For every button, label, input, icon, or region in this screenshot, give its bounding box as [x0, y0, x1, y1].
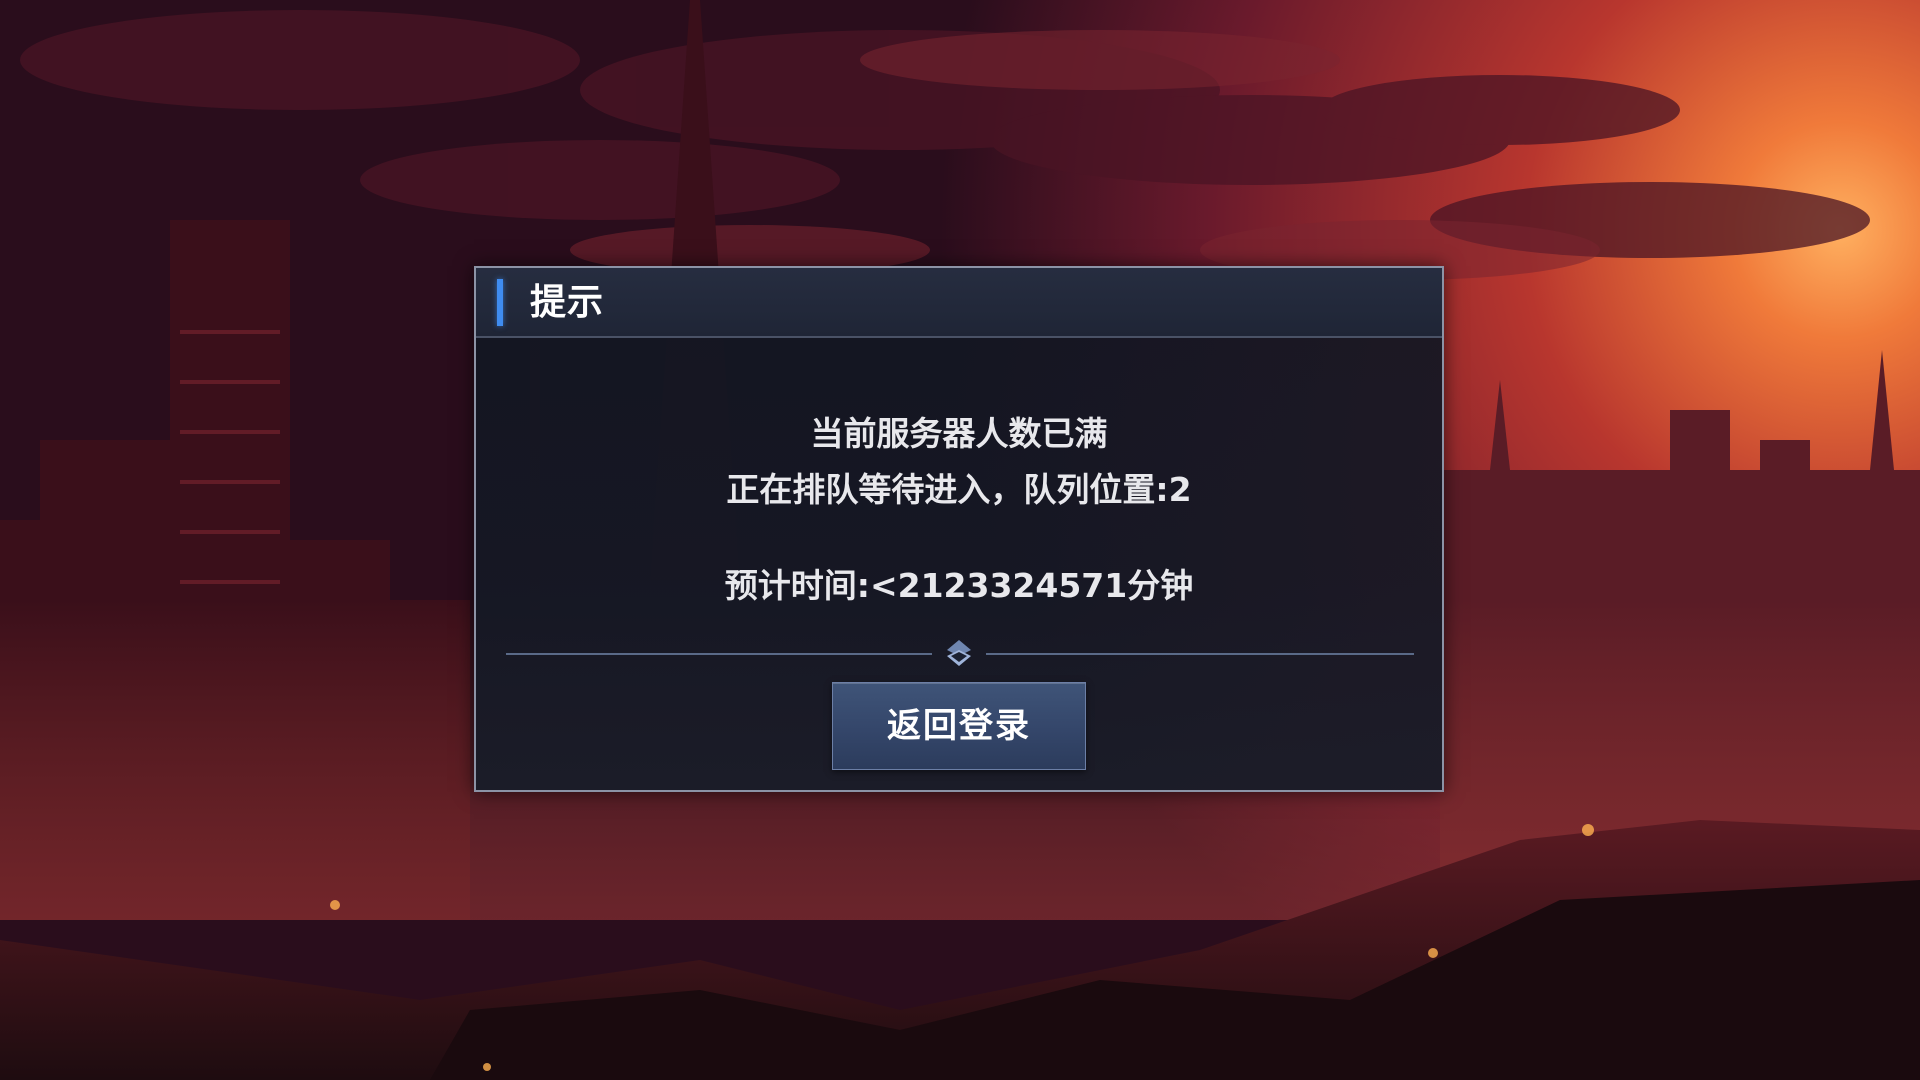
queue-notice-dialog: 提示 当前服务器人数已满 正在排队等待进入，队列位置:2 预计时间:<21233…	[474, 266, 1444, 792]
dialog-header: 提示	[476, 268, 1442, 338]
queue-position-message: 正在排队等待进入，队列位置:2	[726, 470, 1192, 509]
diamond-chevron-icon	[947, 640, 971, 666]
divider-right	[986, 653, 1414, 655]
header-accent-bar	[497, 279, 503, 326]
estimated-time-message: 预计时间:<2123324571分钟	[724, 566, 1194, 605]
return-to-login-button[interactable]: 返回登录	[832, 682, 1086, 770]
dialog-title: 提示	[530, 282, 605, 323]
divider-left	[506, 653, 932, 655]
server-full-message: 当前服务器人数已满	[810, 414, 1108, 453]
